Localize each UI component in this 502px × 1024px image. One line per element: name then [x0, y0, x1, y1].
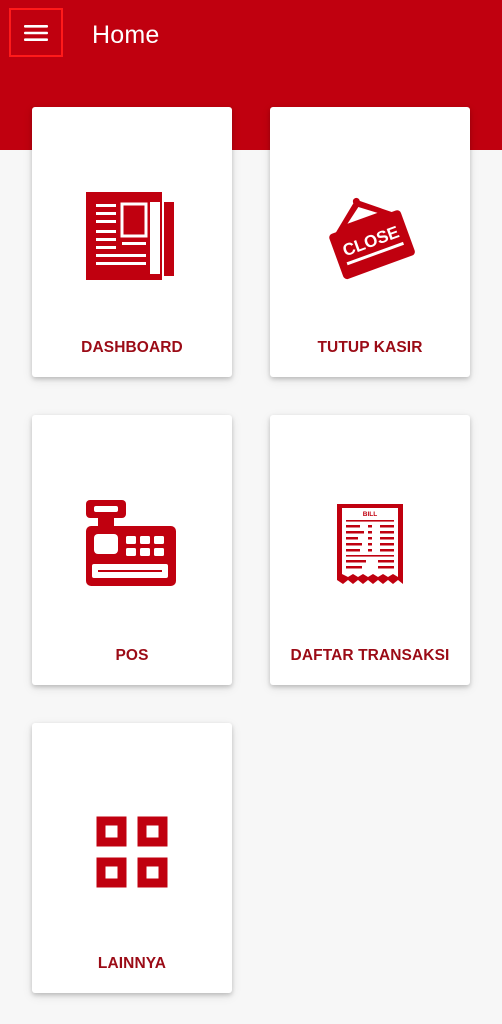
daftar-transaksi-label: DAFTAR TRANSAKSI — [290, 647, 450, 664]
tutup-kasir-label: TUTUP KASIR — [317, 339, 423, 356]
dashboard-tile[interactable]: DASHBOARD — [32, 107, 232, 377]
tutup-kasir-tile[interactable]: CLOSE TUTUP KASIR — [270, 107, 470, 377]
newspaper-icon — [86, 192, 174, 280]
pos-label: POS — [115, 647, 149, 664]
dashboard-label: DASHBOARD — [81, 339, 183, 356]
lainnya-label: LAINNYA — [97, 955, 167, 972]
bill-text: BILL — [363, 511, 377, 518]
pos-tile[interactable]: POS — [32, 415, 232, 685]
lainnya-tile[interactable]: LAINNYA — [32, 723, 232, 993]
daftar-transaksi-tile[interactable]: BILL DAFTAR TRANSAKSI — [270, 415, 470, 685]
menu-button[interactable] — [9, 8, 63, 57]
hamburger-menu-icon — [24, 24, 48, 41]
close-sign-icon: CLOSE — [329, 197, 415, 280]
cash-register-icon — [86, 500, 176, 586]
bill-receipt-icon: BILL — [337, 504, 403, 584]
page-title: Home — [92, 21, 160, 49]
grid-four-squares-icon — [96, 816, 168, 888]
